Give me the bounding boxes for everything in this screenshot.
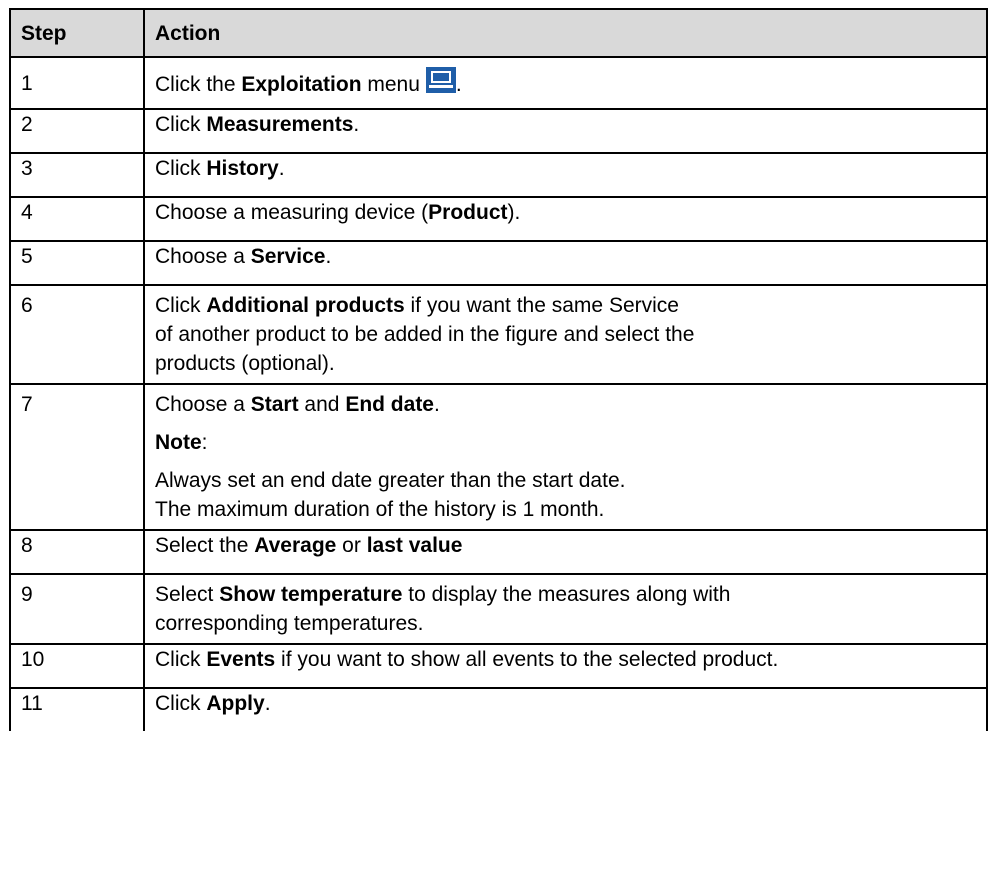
action-text: Select [155, 583, 220, 606]
table-header-row: Step Action [9, 8, 988, 58]
table-row: 7 Choose a Start and End date. Note: Alw… [9, 383, 988, 531]
step-number: 1 [9, 56, 145, 110]
step-number: 8 [9, 529, 145, 575]
header-action: Action [143, 8, 988, 58]
step-action: Click History. [143, 152, 988, 198]
note-text: The maximum duration of the history is 1… [155, 498, 605, 521]
note-label: Note [155, 431, 202, 454]
action-text: if you want to show all events to the se… [275, 648, 779, 671]
action-text: Click [155, 648, 207, 671]
step-action: Click Measurements. [143, 108, 988, 154]
monitor-icon [425, 67, 456, 93]
action-text: Click [155, 113, 207, 136]
step-number: 7 [9, 383, 145, 531]
action-bold: End date [345, 393, 434, 416]
action-bold: Apply [206, 692, 265, 715]
step-action: Click the Exploitation menu . [143, 56, 988, 110]
note-colon: : [201, 431, 208, 454]
action-text: Choose a measuring device ( [155, 201, 429, 224]
step-action: Click Events if you want to show all eve… [143, 643, 988, 689]
action-text: Click the [155, 73, 242, 96]
action-bold: Product [428, 201, 508, 224]
step-action: Click Apply. [143, 687, 988, 731]
action-bold: last value [366, 534, 463, 557]
action-bold: Events [206, 648, 276, 671]
action-text: . [264, 692, 271, 715]
step-number: 6 [9, 284, 145, 385]
note-heading: Note: [155, 428, 976, 457]
action-text: or [336, 534, 367, 557]
step-number: 11 [9, 687, 145, 731]
action-text: Click [155, 157, 207, 180]
step-action: Choose a Service. [143, 240, 988, 286]
action-bold: Service [250, 245, 326, 268]
action-bold: Additional products [206, 294, 405, 317]
step-number: 10 [9, 643, 145, 689]
action-bold: Exploitation [241, 73, 362, 96]
step-action: Select Show temperature to display the m… [143, 573, 988, 645]
action-text: . [278, 157, 285, 180]
action-text: Click [155, 294, 207, 317]
table-row: 1 Click the Exploitation menu . [9, 56, 988, 110]
header-step: Step [9, 8, 145, 58]
action-text: if you want the same Service [404, 294, 679, 317]
table-row: 11 Click Apply. [9, 687, 988, 731]
table-row: 8 Select the Average or last value [9, 529, 988, 575]
table-row: 2 Click Measurements. [9, 108, 988, 154]
note-text: Always set an end date greater than the … [155, 469, 626, 492]
action-bold: Start [250, 393, 299, 416]
procedure-table: Step Action 1 Click the Exploitation men… [9, 8, 988, 731]
action-text: to display the measures along with [402, 583, 731, 606]
action-text: and [298, 393, 346, 416]
action-text: Choose a [155, 245, 251, 268]
action-text: . [455, 73, 462, 96]
table-row: 3 Click History. [9, 152, 988, 198]
action-text: corresponding temperatures. [155, 612, 424, 635]
table-row: 10 Click Events if you want to show all … [9, 643, 988, 689]
action-text: menu [361, 73, 420, 96]
action-bold: History [206, 157, 279, 180]
step-action: Choose a measuring device (Product). [143, 196, 988, 242]
table-row: 6 Click Additional products if you want … [9, 284, 988, 385]
step-number: 5 [9, 240, 145, 286]
action-bold: Show temperature [219, 583, 403, 606]
table-row: 4 Choose a measuring device (Product). [9, 196, 988, 242]
step-action: Click Additional products if you want th… [143, 284, 988, 385]
step-number: 4 [9, 196, 145, 242]
action-bold: Average [254, 534, 337, 557]
action-text: of another product to be added in the fi… [155, 323, 695, 346]
table-row: 9 Select Show temperature to display the… [9, 573, 988, 645]
table-row: 5 Choose a Service. [9, 240, 988, 286]
action-text: products (optional). [155, 352, 335, 375]
action-bold: Measurements [206, 113, 354, 136]
step-number: 2 [9, 108, 145, 154]
step-action: Select the Average or last value [143, 529, 988, 575]
action-text: Choose a [155, 393, 251, 416]
action-text: Select the [155, 534, 255, 557]
step-number: 3 [9, 152, 145, 198]
step-number: 9 [9, 573, 145, 645]
action-text: . [325, 245, 332, 268]
action-text: . [434, 393, 440, 416]
action-text: Click [155, 692, 207, 715]
action-text: . [353, 113, 360, 136]
step-action: Choose a Start and End date. Note: Alway… [143, 383, 988, 531]
action-text: ). [507, 201, 521, 224]
